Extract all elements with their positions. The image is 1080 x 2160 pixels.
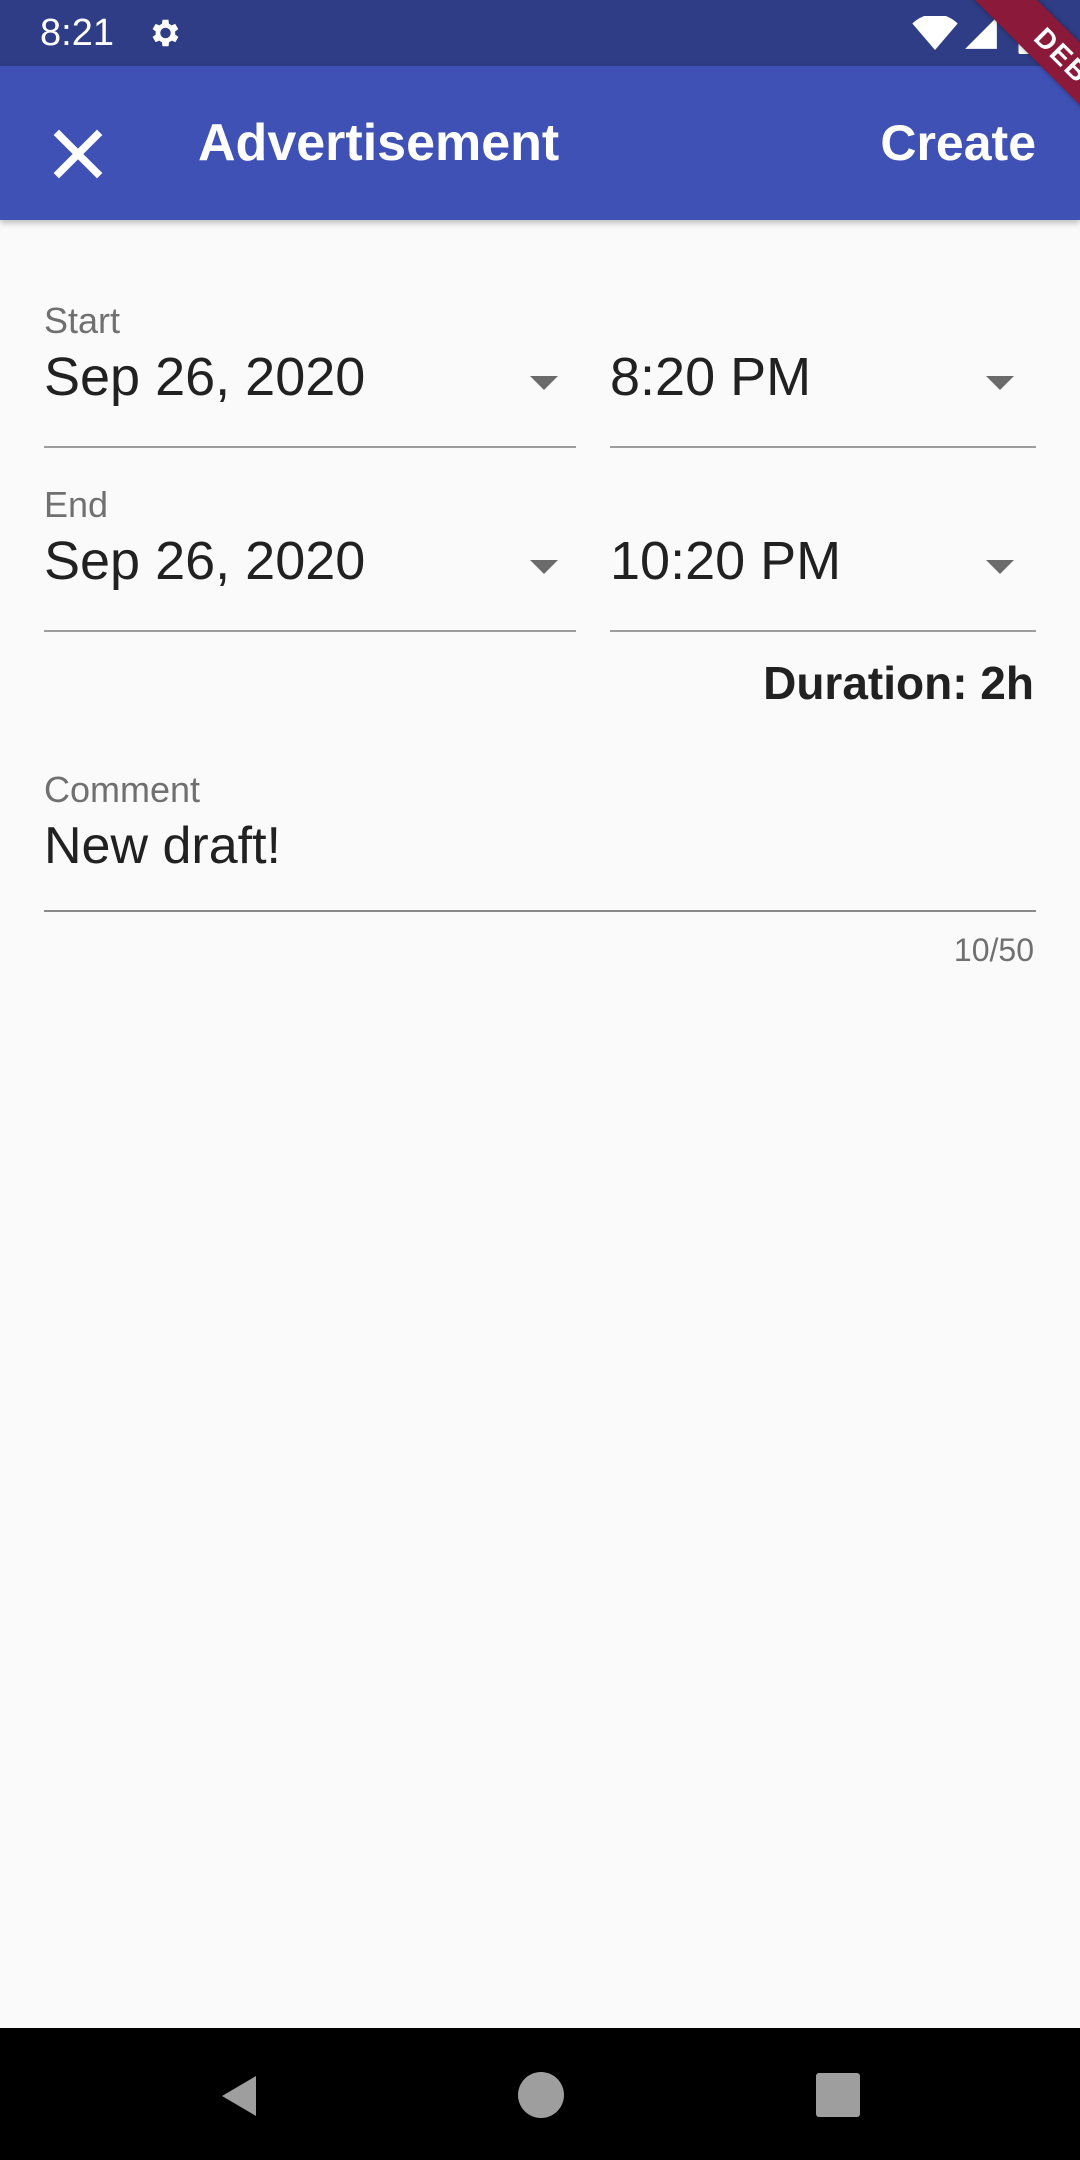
start-date-underline xyxy=(44,446,576,448)
gear-icon xyxy=(152,19,179,47)
create-button[interactable]: Create xyxy=(880,112,1036,174)
page-title: Advertisement xyxy=(198,114,560,172)
dropdown-arrow-icon xyxy=(530,560,558,574)
home-icon[interactable] xyxy=(518,2072,564,2118)
dropdown-arrow-icon xyxy=(986,560,1014,574)
duration-text: Duration: 2h xyxy=(763,657,1034,709)
start-date-value: Sep 26, 2020 xyxy=(44,347,366,407)
character-counter: 10/50 xyxy=(953,932,1034,968)
end-time-dropdown[interactable]: 10:20 PM xyxy=(610,529,1036,633)
navigation-bar xyxy=(0,2028,1080,2160)
end-time-value: 10:20 PM xyxy=(610,531,842,591)
end-date-underline xyxy=(44,630,576,632)
end-date-dropdown[interactable]: Sep 26, 2020 xyxy=(44,529,576,633)
comment-input[interactable]: New draft! xyxy=(44,814,1036,914)
start-time-underline xyxy=(610,446,1036,448)
dropdown-arrow-icon xyxy=(530,376,558,390)
start-time-value: 8:20 PM xyxy=(610,347,812,407)
wifi-icon xyxy=(912,16,958,50)
status-time: 8:21 xyxy=(40,12,114,54)
back-icon[interactable] xyxy=(216,2072,264,2120)
start-time-dropdown[interactable]: 8:20 PM xyxy=(610,345,1036,449)
end-time-underline xyxy=(610,630,1036,632)
app-bar: Advertisement Create xyxy=(0,66,1080,220)
start-label: Start xyxy=(44,300,121,341)
end-label: End xyxy=(44,484,109,525)
comment-underline xyxy=(44,910,1036,912)
recent-apps-icon[interactable] xyxy=(816,2073,860,2117)
end-date-value: Sep 26, 2020 xyxy=(44,531,366,591)
dropdown-arrow-icon xyxy=(986,376,1014,390)
comment-value: New draft! xyxy=(44,817,281,875)
close-icon[interactable] xyxy=(40,116,116,192)
comment-label: Comment xyxy=(44,769,201,810)
start-date-dropdown[interactable]: Sep 26, 2020 xyxy=(44,345,576,449)
status-bar: 8:21 xyxy=(0,0,1080,66)
